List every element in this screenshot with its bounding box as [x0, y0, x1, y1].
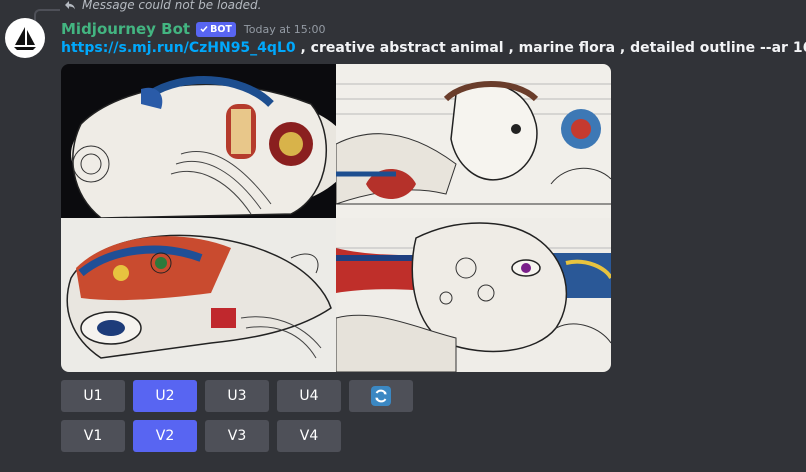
timestamp: Today at 15:00	[243, 22, 326, 36]
upscale-button-u3[interactable]: U3	[205, 380, 269, 412]
variation-button-v1[interactable]: V1	[61, 420, 125, 452]
variation-button-v4[interactable]: V4	[277, 420, 341, 452]
reply-reference[interactable]: Message could not be loaded.	[64, 0, 261, 13]
image-tile-3[interactable]	[61, 218, 336, 372]
variation-button-row: V1 V2 V3 V4	[61, 420, 341, 452]
check-icon	[200, 26, 208, 33]
image-tile-2[interactable]	[336, 64, 611, 218]
reply-spine	[34, 9, 60, 21]
variation-button-v2[interactable]: V2	[133, 420, 197, 452]
avatar[interactable]	[5, 18, 45, 58]
refresh-icon	[371, 386, 391, 406]
image-grid[interactable]	[61, 64, 611, 372]
reply-arrow-icon	[64, 0, 76, 11]
chat-message: Message could not be loaded. Midjourney …	[0, 0, 806, 472]
bot-badge: BOT	[196, 21, 236, 37]
upscale-button-u2[interactable]: U2	[133, 380, 197, 412]
prompt-link[interactable]: https://s.mj.run/CzHN95_4qL0	[61, 40, 296, 56]
message-content: https://s.mj.run/CzHN95_4qL0 , creative …	[61, 40, 806, 60]
message-header: Midjourney Bot BOT Today at 15:00	[61, 19, 325, 39]
reply-text: Message could not be loaded.	[82, 0, 262, 12]
upscale-button-row: U1 U2 U3 U4	[61, 380, 413, 412]
reroll-button[interactable]	[349, 380, 413, 412]
upscale-button-u4[interactable]: U4	[277, 380, 341, 412]
username[interactable]: Midjourney Bot	[61, 20, 190, 38]
bot-tag-label: BOT	[210, 23, 232, 35]
image-tile-4[interactable]	[336, 218, 611, 372]
sailboat-logo-icon	[14, 27, 36, 50]
upscale-button-u1[interactable]: U1	[61, 380, 125, 412]
image-tile-1[interactable]	[61, 64, 336, 218]
prompt-text: , creative abstract animal , marine flor…	[300, 40, 806, 56]
variation-button-v3[interactable]: V3	[205, 420, 269, 452]
